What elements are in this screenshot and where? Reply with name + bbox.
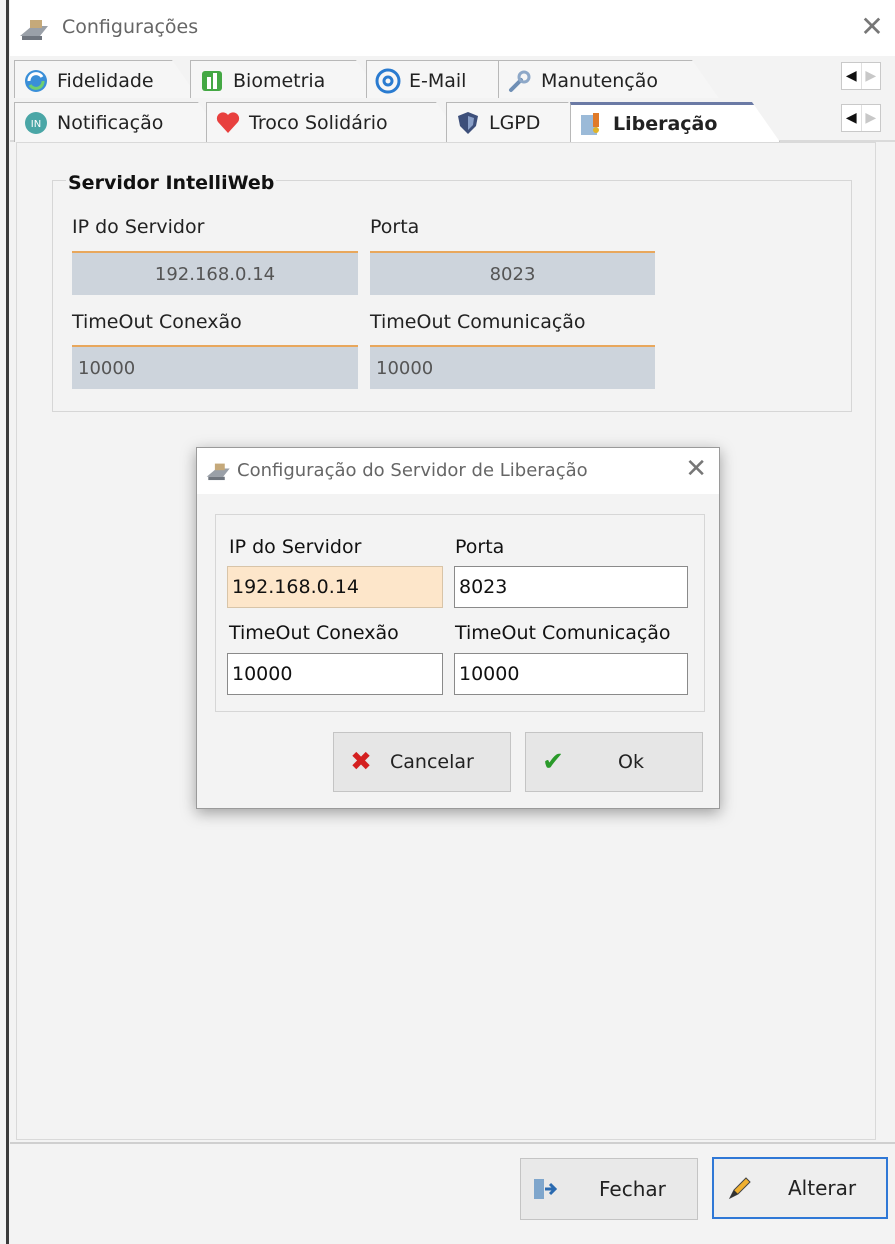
dialog-timeout-communication-label: TimeOut Comunicação <box>455 622 671 644</box>
tab-notificacao[interactable]: IN Notificação <box>14 102 226 142</box>
ip-label: IP do Servidor <box>72 216 205 238</box>
wrench-icon <box>507 68 533 94</box>
tab-row-2-scroller[interactable]: ◀ ▶ <box>841 104 881 132</box>
tab-label: Notificação <box>57 111 164 134</box>
notification-icon: IN <box>23 110 49 136</box>
tab-label: Manutenção <box>541 69 659 92</box>
timeout-connection-readonly-field: 10000 <box>72 345 358 389</box>
cancel-button-label: Cancelar <box>390 751 474 773</box>
exit-door-icon <box>534 1179 557 1199</box>
tab-label: Liberação <box>613 112 718 135</box>
timeout-communication-label: TimeOut Comunicação <box>370 311 586 333</box>
dialog-timeout-connection-label: TimeOut Conexão <box>229 622 399 644</box>
release-icon <box>579 111 605 137</box>
scroll-right-icon[interactable]: ▶ <box>860 63 881 89</box>
tab-label: E-Mail <box>409 69 467 92</box>
server-group-title: Servidor IntelliWeb <box>66 172 277 194</box>
tab-manutencao[interactable]: Manutenção <box>498 60 720 100</box>
timeout-communication-readonly-field: 10000 <box>370 345 655 389</box>
fidelity-icon <box>23 68 49 94</box>
edit-button-label: Alterar <box>788 1176 857 1200</box>
tab-label: Troco Solidário <box>249 111 388 134</box>
tab-label: Biometria <box>233 69 326 92</box>
dialog-close-icon[interactable]: ✕ <box>685 454 707 484</box>
window-title: Configurações <box>62 16 199 38</box>
edit-button[interactable]: Alterar <box>712 1157 888 1219</box>
dialog-ip-label: IP do Servidor <box>229 536 362 558</box>
dialog-ip-input[interactable] <box>227 566 443 608</box>
tab-label: LGPD <box>489 111 541 134</box>
configuracoes-window: Configurações ✕ Fidelidade Biometria E-M… <box>0 0 895 1244</box>
tab-row-1: Fidelidade Biometria E-Mail Manutenção ◀… <box>10 56 895 100</box>
tab-row-1-scroller[interactable]: ◀ ▶ <box>841 62 881 90</box>
app-icon <box>206 463 230 481</box>
scroll-left-icon[interactable]: ◀ <box>842 105 861 131</box>
dialog-timeout-communication-input[interactable] <box>454 653 688 695</box>
tab-biometria[interactable]: Biometria <box>190 60 384 100</box>
tab-row-2: IN Notificação Troco Solidário LGPD Libe… <box>10 98 895 142</box>
tab-label: Fidelidade <box>57 69 154 92</box>
x-icon: ✖ <box>350 747 372 777</box>
shield-icon <box>455 110 481 136</box>
biometry-icon <box>199 68 225 94</box>
port-readonly-field: 8023 <box>370 251 655 295</box>
dialog-port-input[interactable] <box>454 566 688 608</box>
port-label: Porta <box>370 216 420 238</box>
window-left-border <box>6 0 9 1244</box>
tab-fidelidade[interactable]: Fidelidade <box>14 60 200 100</box>
scroll-right-icon[interactable]: ▶ <box>860 105 881 131</box>
dialog-port-label: Porta <box>455 536 505 558</box>
svg-text:IN: IN <box>31 119 41 130</box>
ok-button-label: Ok <box>618 751 644 773</box>
ok-button[interactable]: ✔ Ok <box>525 732 703 792</box>
heart-icon <box>215 110 241 136</box>
close-icon[interactable]: ✕ <box>857 10 887 43</box>
release-server-dialog: Configuração do Servidor de Liberação ✕ … <box>196 447 720 809</box>
tab-troco-solidario[interactable]: Troco Solidário <box>206 102 464 142</box>
dialog-title: Configuração do Servidor de Liberação <box>237 460 588 481</box>
timeout-connection-label: TimeOut Conexão <box>72 311 242 333</box>
at-sign-icon <box>375 68 401 94</box>
bottom-separator <box>10 1142 895 1144</box>
dialog-timeout-connection-input[interactable] <box>227 653 443 695</box>
app-icon <box>20 20 48 40</box>
title-bar: Configurações ✕ <box>10 0 895 56</box>
ip-readonly-field: 192.168.0.14 <box>72 251 358 295</box>
tab-liberacao[interactable]: Liberação <box>570 102 780 142</box>
close-button[interactable]: Fechar <box>520 1158 698 1220</box>
close-button-label: Fechar <box>599 1177 666 1201</box>
pen-icon <box>728 1177 751 1200</box>
scroll-left-icon[interactable]: ◀ <box>842 63 861 89</box>
checkmark-icon: ✔ <box>542 747 564 777</box>
dialog-title-bar: Configuração do Servidor de Liberação ✕ <box>197 448 719 494</box>
cancel-button[interactable]: ✖ Cancelar <box>333 732 511 792</box>
